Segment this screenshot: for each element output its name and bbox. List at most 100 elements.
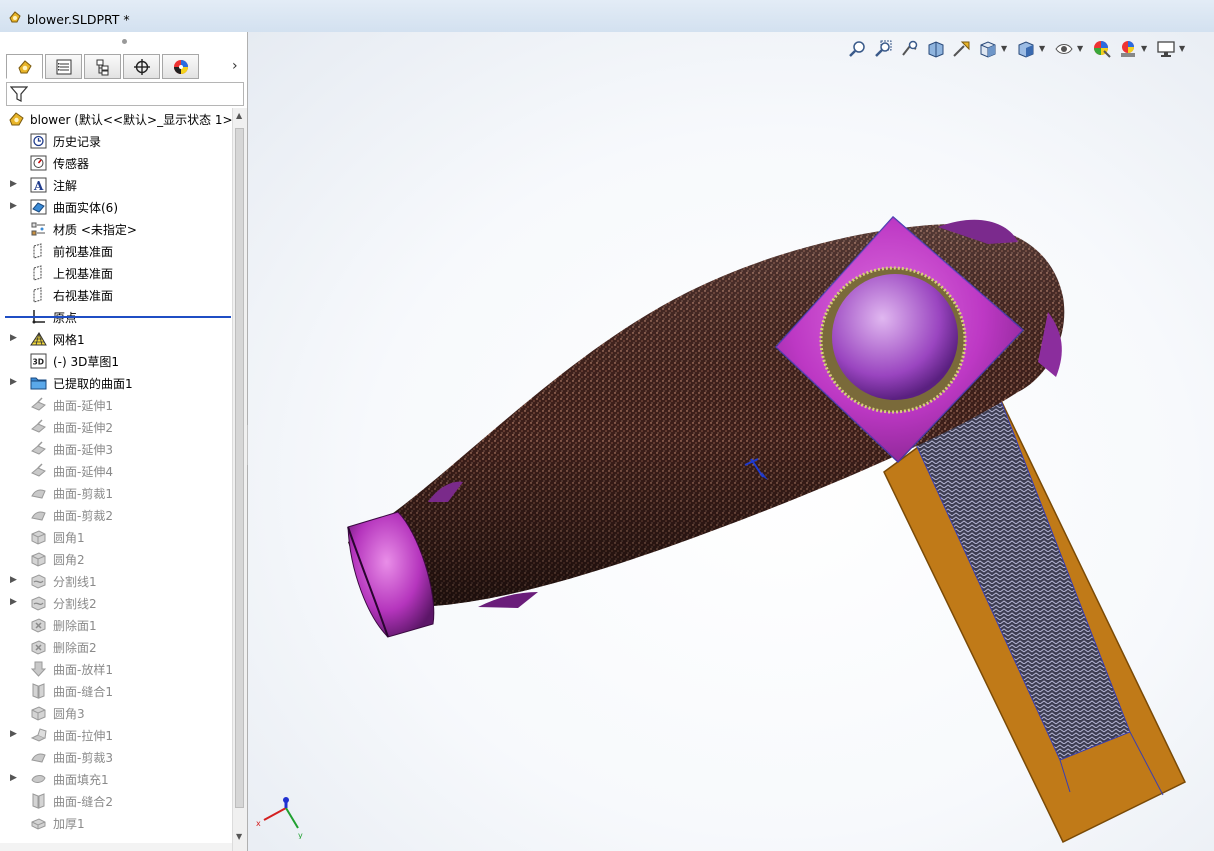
tree-item-label: 材质 <未指定> bbox=[53, 223, 137, 237]
rollback-bar[interactable] bbox=[5, 316, 231, 318]
tree-item[interactable]: 3D (-) 3D草图1 bbox=[0, 350, 232, 372]
blower-3d-model[interactable] bbox=[248, 32, 1214, 851]
expand-arrow-icon[interactable]: ▶ bbox=[10, 597, 18, 607]
expand-arrow-icon[interactable]: ▶ bbox=[10, 773, 18, 783]
tab-property-manager[interactable] bbox=[45, 54, 82, 79]
tab-display-manager[interactable] bbox=[162, 54, 199, 79]
material-icon bbox=[30, 221, 47, 237]
tree-item-label: 曲面-延伸2 bbox=[53, 421, 113, 435]
tree-item[interactable]: 曲面-剪裁2 bbox=[0, 504, 232, 526]
tree-item[interactable]: 曲面-延伸3 bbox=[0, 438, 232, 460]
tree-item-label: 曲面-缝合2 bbox=[53, 795, 113, 809]
tree-item[interactable]: 曲面-延伸4 bbox=[0, 460, 232, 482]
tree-item-label: 曲面-剪裁3 bbox=[53, 751, 113, 765]
tree-item[interactable]: 曲面-缝合2 bbox=[0, 790, 232, 812]
surface-trim-icon bbox=[30, 485, 47, 501]
tree-scrollbar[interactable]: ▲ ▼ bbox=[232, 108, 247, 851]
tab-dimxpert-manager[interactable] bbox=[123, 54, 160, 79]
scroll-up-arrow[interactable]: ▲ bbox=[236, 111, 242, 120]
tree-item-label: 分割线1 bbox=[53, 575, 97, 589]
part-icon bbox=[18, 60, 32, 74]
tab-feature-manager[interactable] bbox=[6, 54, 43, 79]
tree-item-label: 曲面实体(6) bbox=[53, 201, 118, 215]
tree-item-label: 曲面-延伸1 bbox=[53, 399, 113, 413]
tree-item-label: 圆角1 bbox=[53, 531, 85, 545]
expand-arrow-icon[interactable]: ▶ bbox=[10, 333, 18, 343]
tree-item[interactable]: 曲面-剪裁3 bbox=[0, 746, 232, 768]
configuration-icon bbox=[96, 59, 109, 76]
feature-manager-panel: › blower (默认<<默认>_显示状态 1> 历史记录 传感器 ▶ A 注解 ▶ 曲面… bbox=[0, 32, 248, 851]
panel-grip[interactable] bbox=[122, 39, 127, 44]
tree-item[interactable]: 历史记录 bbox=[0, 130, 232, 152]
scroll-thumb[interactable] bbox=[235, 128, 244, 808]
tab-configuration-manager[interactable] bbox=[84, 54, 121, 79]
tree-item[interactable]: ▶ 曲面实体(6) bbox=[0, 196, 232, 218]
part-icon bbox=[8, 10, 22, 24]
surface-extrude-icon bbox=[30, 727, 47, 743]
expand-arrow-icon[interactable]: ▶ bbox=[10, 575, 18, 585]
tree-item-label: 注解 bbox=[53, 179, 78, 193]
tree-item-label: 分割线2 bbox=[53, 597, 97, 611]
tree-item-label: 传感器 bbox=[53, 157, 90, 171]
tree-item[interactable]: 曲面-剪裁1 bbox=[0, 482, 232, 504]
tree-item[interactable]: 曲面-延伸1 bbox=[0, 394, 232, 416]
expand-arrow-icon[interactable]: ▶ bbox=[10, 729, 18, 739]
tree-item[interactable]: ▶ 分割线2 bbox=[0, 592, 232, 614]
surface-extend-icon bbox=[30, 419, 47, 435]
tree-item[interactable]: ▶ 已提取的曲面1 bbox=[0, 372, 232, 394]
tree-item[interactable]: 前视基准面 bbox=[0, 240, 232, 262]
delete-face-icon bbox=[30, 639, 47, 655]
tree-item-label: 网格1 bbox=[53, 333, 85, 347]
tree-item[interactable]: 加厚1 bbox=[0, 812, 232, 834]
surface-knit-icon bbox=[30, 683, 47, 699]
expand-arrow-icon[interactable]: ▶ bbox=[10, 377, 18, 387]
tree-item[interactable]: ▶ 曲面填充1 bbox=[0, 768, 232, 790]
surface-extend-icon bbox=[30, 463, 47, 479]
svg-text:A: A bbox=[33, 179, 44, 193]
surface-loft-icon bbox=[30, 661, 47, 677]
tree-root-blower[interactable]: blower (默认<<默认>_显示状态 1> bbox=[0, 108, 232, 130]
tree-item[interactable]: 右视基准面 bbox=[0, 284, 232, 306]
tree-item[interactable]: 删除面1 bbox=[0, 614, 232, 636]
tree-item[interactable]: 圆角1 bbox=[0, 526, 232, 548]
expand-arrow-icon[interactable]: ▶ bbox=[10, 179, 18, 189]
surface-trim-icon bbox=[30, 749, 47, 765]
surface-knit-icon bbox=[30, 793, 47, 809]
annotation-icon: A bbox=[30, 177, 47, 193]
handle[interactable] bbox=[883, 388, 1186, 844]
tree-item[interactable]: 圆角3 bbox=[0, 702, 232, 724]
tree-filter[interactable] bbox=[6, 82, 244, 106]
filter-icon bbox=[10, 86, 28, 102]
surface-fill-icon bbox=[30, 771, 47, 787]
tree-item[interactable]: ▶ 曲面-拉伸1 bbox=[0, 724, 232, 746]
tree-item[interactable]: 曲面-放样1 bbox=[0, 658, 232, 680]
sensor-icon bbox=[30, 155, 47, 171]
tree-item[interactable]: 上视基准面 bbox=[0, 262, 232, 284]
tree-item[interactable]: 圆角2 bbox=[0, 548, 232, 570]
tree-item[interactable]: ▶ A 注解 bbox=[0, 174, 232, 196]
properties-icon bbox=[56, 59, 72, 75]
window-title: blower.SLDPRT * bbox=[27, 12, 130, 27]
sketch3d-icon: 3D bbox=[30, 353, 47, 369]
tree-item[interactable]: ▶ 分割线1 bbox=[0, 570, 232, 592]
thicken-icon bbox=[30, 815, 47, 831]
tree-item-label: 删除面1 bbox=[53, 619, 97, 633]
tree-item[interactable]: 曲面-缝合1 bbox=[0, 680, 232, 702]
tree-item-label: 曲面-缝合1 bbox=[53, 685, 113, 699]
expand-arrow-icon[interactable]: ▶ bbox=[10, 201, 18, 211]
tree-horizontal-scrollbar[interactable] bbox=[0, 843, 232, 851]
feature-tree: blower (默认<<默认>_显示状态 1> 历史记录传感器 ▶ A 注解 ▶ 曲面实体… bbox=[0, 108, 232, 851]
scroll-down-arrow[interactable]: ▼ bbox=[236, 832, 242, 841]
axis-triad: x y bbox=[256, 797, 303, 839]
surface-trim-icon bbox=[30, 507, 47, 523]
tree-item[interactable]: 删除面2 bbox=[0, 636, 232, 658]
window-title-bar: blower.SLDPRT * bbox=[0, 0, 1214, 33]
tree-item[interactable]: 传感器 bbox=[0, 152, 232, 174]
tree-item[interactable]: ▶ 网格1 bbox=[0, 328, 232, 350]
tree-item[interactable]: 曲面-延伸2 bbox=[0, 416, 232, 438]
tree-item[interactable]: 材质 <未指定> bbox=[0, 218, 232, 240]
tabs-more-arrow[interactable]: › bbox=[232, 58, 238, 74]
tree-item-label: 上视基准面 bbox=[53, 267, 114, 281]
svg-text:x: x bbox=[256, 819, 261, 828]
graphics-area[interactable]: ▼ ▼ ▼ ▼ ▼ x y bbox=[248, 32, 1214, 851]
